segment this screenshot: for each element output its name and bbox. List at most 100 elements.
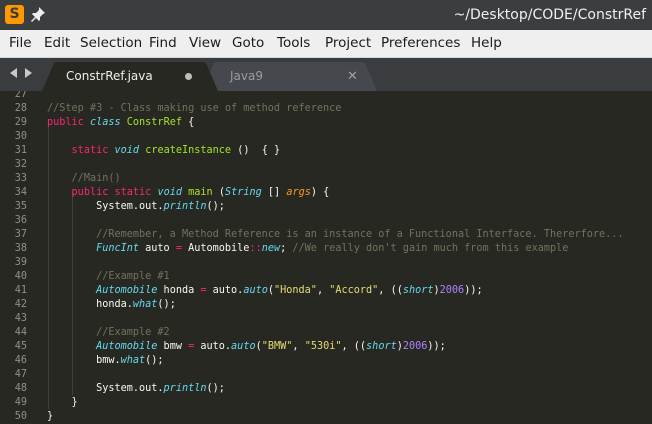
menu-edit[interactable]: Edit bbox=[44, 35, 70, 51]
code-line[interactable]: 48 System.out.println(); bbox=[0, 382, 652, 396]
menu-goto[interactable]: Goto bbox=[232, 35, 264, 51]
code-token: public bbox=[71, 187, 109, 198]
unsaved-dot-icon[interactable] bbox=[185, 73, 192, 80]
code-token: } bbox=[47, 397, 78, 408]
code-token: ; bbox=[280, 243, 293, 254]
code-line[interactable]: 49 } bbox=[0, 396, 652, 410]
code-line[interactable]: 47 bbox=[0, 368, 652, 382]
code-token: what bbox=[120, 355, 146, 366]
code-text: } bbox=[47, 396, 78, 410]
line-number: 46 bbox=[14, 355, 27, 366]
code-token: bmw. bbox=[47, 355, 121, 366]
code-token: FuncInt bbox=[96, 243, 140, 254]
code-line[interactable]: 28 //Step #3 - Class making use of method… bbox=[0, 102, 652, 116]
code-token: honda bbox=[157, 285, 201, 296]
menu-find[interactable]: Find bbox=[149, 35, 177, 51]
code-token: class bbox=[89, 117, 121, 128]
menu-view[interactable]: View bbox=[189, 35, 221, 51]
code-text: static void createInstance () { } bbox=[47, 144, 281, 158]
code-text: System.out.println(); bbox=[47, 200, 225, 214]
menu-help[interactable]: Help bbox=[471, 35, 502, 51]
tab-scroll-left-icon[interactable] bbox=[10, 68, 17, 78]
code-token: } bbox=[47, 411, 54, 422]
line-number: 34 bbox=[14, 187, 27, 198]
sublime-text-icon[interactable]: S bbox=[5, 5, 24, 24]
tab-label: ConstrRef.java bbox=[66, 69, 153, 83]
code-token: //Example #1 bbox=[96, 271, 170, 282]
code-line[interactable]: 29 public class ConstrRef { bbox=[0, 116, 652, 130]
tab-scroll-right-icon[interactable] bbox=[25, 68, 32, 78]
code-token: println bbox=[163, 201, 207, 212]
menu-selection[interactable]: Selection bbox=[80, 35, 142, 51]
code-token: Automobile bbox=[96, 341, 158, 352]
code-line[interactable]: 39 bbox=[0, 256, 652, 270]
code-token: ConstrRef bbox=[126, 117, 182, 128]
code-line[interactable]: 35 System.out.println(); bbox=[0, 200, 652, 214]
menu-preferences[interactable]: Preferences bbox=[381, 35, 460, 51]
code-token: Automobile bbox=[96, 285, 158, 296]
code-line[interactable]: 32 bbox=[0, 158, 652, 172]
code-line[interactable]: 36 bbox=[0, 214, 652, 228]
menu-tools[interactable]: Tools bbox=[277, 35, 310, 51]
code-text: //Main() bbox=[47, 172, 121, 186]
code-line[interactable]: 33 //Main() bbox=[0, 172, 652, 186]
code-token: //Example #2 bbox=[96, 327, 170, 338]
code-token: :: bbox=[249, 243, 262, 254]
code-token: "Accord" bbox=[329, 285, 379, 296]
code-text: public class ConstrRef { bbox=[47, 116, 194, 130]
code-token: void bbox=[157, 187, 182, 198]
code-token: )); bbox=[427, 341, 446, 352]
code-line[interactable]: 34 public static void main (String [] ar… bbox=[0, 186, 652, 200]
code-text: System.out.println(); bbox=[47, 382, 225, 396]
code-line[interactable]: 46 bmw.what(); bbox=[0, 354, 652, 368]
code-line[interactable]: 44 //Example #2 bbox=[0, 326, 652, 340]
code-token: auto bbox=[243, 285, 268, 296]
code-line[interactable]: 37 //Remember, a Method Reference is an … bbox=[0, 228, 652, 242]
tab-java9[interactable]: Java9 ✕ bbox=[202, 62, 377, 91]
code-token: Automobile bbox=[181, 243, 250, 254]
code-token: (); bbox=[157, 299, 176, 310]
code-token: System.out. bbox=[47, 201, 164, 212]
code-line[interactable]: 40 //Example #1 bbox=[0, 270, 652, 284]
code-token: auto. bbox=[206, 285, 244, 296]
code-line[interactable]: 30 bbox=[0, 130, 652, 144]
code-token: System.out. bbox=[47, 383, 164, 394]
title-bar: S ~/Desktop/CODE/ConstrRef bbox=[0, 0, 652, 30]
line-number: 36 bbox=[14, 215, 27, 226]
code-token: //Main() bbox=[71, 173, 121, 184]
code-token: () { } bbox=[231, 145, 281, 156]
code-token: auto. bbox=[194, 341, 232, 352]
line-number: 50 bbox=[14, 411, 27, 422]
code-line[interactable]: 43 bbox=[0, 312, 652, 326]
code-token: println bbox=[163, 383, 207, 394]
code-token: , bbox=[292, 341, 305, 352]
code-line[interactable]: 42 honda.what(); bbox=[0, 298, 652, 312]
code-line[interactable]: 50} bbox=[0, 410, 652, 424]
close-icon[interactable]: ✕ bbox=[347, 70, 358, 83]
code-line[interactable]: 31 static void createInstance () { } bbox=[0, 144, 652, 158]
code-token: short bbox=[402, 285, 434, 296]
code-line[interactable]: 41 Automobile honda = auto.auto("Honda",… bbox=[0, 284, 652, 298]
menu-file[interactable]: File bbox=[9, 35, 32, 51]
code-line[interactable]: 27 bbox=[0, 91, 652, 102]
window-title: ~/Desktop/CODE/ConstrRef bbox=[453, 7, 646, 23]
menu-project[interactable]: Project bbox=[325, 35, 371, 51]
pin-icon[interactable] bbox=[30, 6, 46, 22]
code-token: //We really don't gain much from this ex… bbox=[292, 243, 569, 254]
line-number: 28 bbox=[14, 103, 27, 114]
code-editor[interactable]: 27 28 //Step #3 - Class making use of meth… bbox=[0, 91, 652, 424]
code-line[interactable]: 38 FuncInt auto = Automobile::new; //We … bbox=[0, 242, 652, 256]
code-text: public static void main (String [] args)… bbox=[47, 186, 330, 200]
line-number: 47 bbox=[14, 369, 27, 380]
menu-bar: File Edit Selection Find View Goto Tools… bbox=[0, 30, 652, 58]
tab-constrref-java[interactable]: ConstrRef.java bbox=[42, 62, 218, 91]
code-token: bmw bbox=[157, 341, 189, 352]
code-line[interactable]: 45 Automobile bmw = auto.auto("BMW", "53… bbox=[0, 340, 652, 354]
code-token: new bbox=[261, 243, 281, 254]
line-number: 30 bbox=[14, 131, 27, 142]
code-token: what bbox=[132, 299, 158, 310]
code-token: honda. bbox=[47, 299, 133, 310]
